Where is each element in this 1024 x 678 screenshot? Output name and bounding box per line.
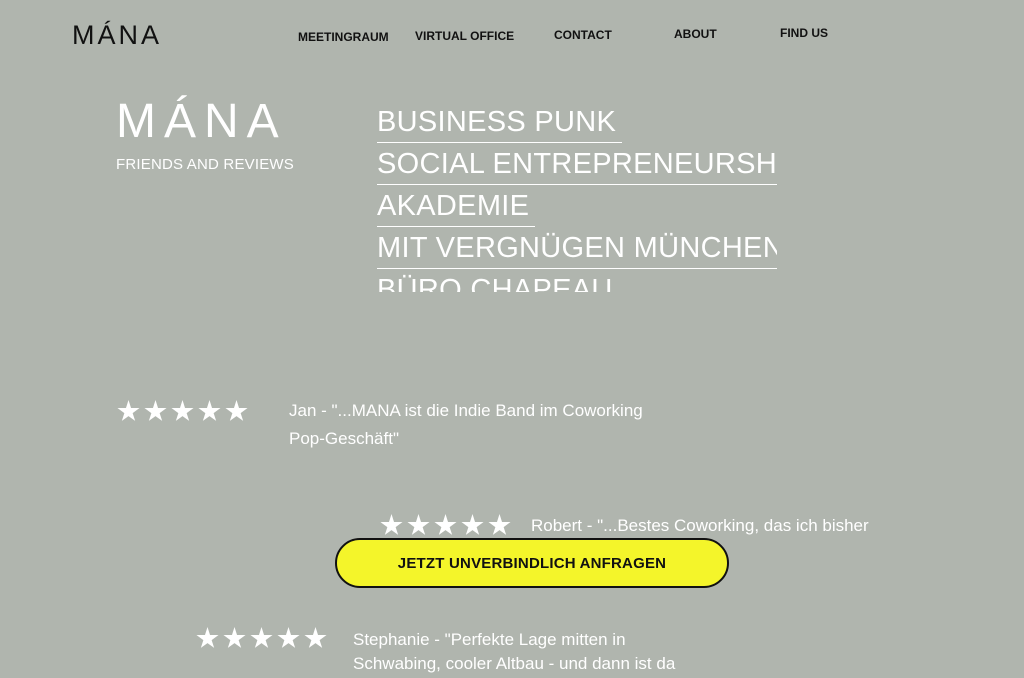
brand-block: MÁNA FRIENDS AND REVIEWS bbox=[116, 95, 294, 174]
partner-business-punk[interactable]: BUSINESS PUNK bbox=[377, 102, 623, 143]
top-navigation: MÁNA MEETINGRAUM VIRTUAL OFFICE CONTACT … bbox=[0, 0, 1024, 70]
star-icon bbox=[198, 400, 221, 421]
nav-find-us[interactable]: FIND US bbox=[780, 26, 828, 40]
star-icon bbox=[225, 400, 248, 421]
partner-social-entrepreneurship[interactable]: SOCIAL ENTREPRENEURSHIP bbox=[377, 144, 777, 185]
star-icon bbox=[380, 514, 403, 535]
star-icon bbox=[277, 627, 300, 648]
review-text: Robert - "...Bestes Coworking, das ich b… bbox=[531, 516, 869, 535]
review-item: Robert - "...Bestes Coworking, das ich b… bbox=[380, 514, 869, 540]
star-icon bbox=[407, 514, 430, 535]
star-rating bbox=[117, 400, 248, 423]
star-icon bbox=[117, 400, 140, 421]
star-icon bbox=[304, 627, 327, 648]
star-icon bbox=[223, 627, 246, 648]
star-icon bbox=[196, 627, 219, 648]
nav-meetingraum[interactable]: MEETINGRAUM bbox=[298, 30, 389, 44]
star-icon bbox=[461, 514, 484, 535]
partner-akademie[interactable]: AKADEMIE bbox=[377, 186, 536, 227]
star-icon bbox=[144, 400, 167, 421]
header-logo[interactable]: MÁNA bbox=[72, 20, 162, 51]
review-text: Pop-Geschäft" bbox=[289, 429, 399, 448]
star-icon bbox=[488, 514, 511, 535]
star-icon bbox=[250, 627, 273, 648]
review-text: Jan - "...MANA ist die Indie Band im Cow… bbox=[289, 401, 643, 420]
partner-list: BUSINESS PUNK SOCIAL ENTREPRENEURSHIP AK… bbox=[377, 102, 777, 292]
review-text: Schwabing, cooler Altbau - und dann ist … bbox=[353, 654, 676, 673]
brand-logo: MÁNA bbox=[116, 95, 287, 148]
partner-mit-vergnuegen[interactable]: MIT VERGNÜGEN MÜNCHEN bbox=[377, 228, 777, 269]
nav-virtual-office[interactable]: VIRTUAL OFFICE bbox=[415, 29, 514, 43]
star-icon bbox=[171, 400, 194, 421]
star-rating bbox=[196, 627, 327, 650]
brand-subtitle: FRIENDS AND REVIEWS bbox=[116, 156, 294, 173]
partner-buero-chapeau[interactable]: BÜRO CHAPEAU bbox=[377, 270, 619, 292]
inquiry-button[interactable]: JETZT UNVERBINDLICH ANFRAGEN bbox=[335, 538, 729, 588]
review-item: Jan - "...MANA ist die Indie Band im Cow… bbox=[117, 400, 643, 453]
review-item: Stephanie - "Perfekte Lage mitten in Sch… bbox=[196, 627, 675, 678]
nav-contact[interactable]: CONTACT bbox=[554, 28, 612, 42]
nav-about[interactable]: ABOUT bbox=[674, 27, 717, 41]
star-rating bbox=[380, 514, 511, 537]
star-icon bbox=[434, 514, 457, 535]
